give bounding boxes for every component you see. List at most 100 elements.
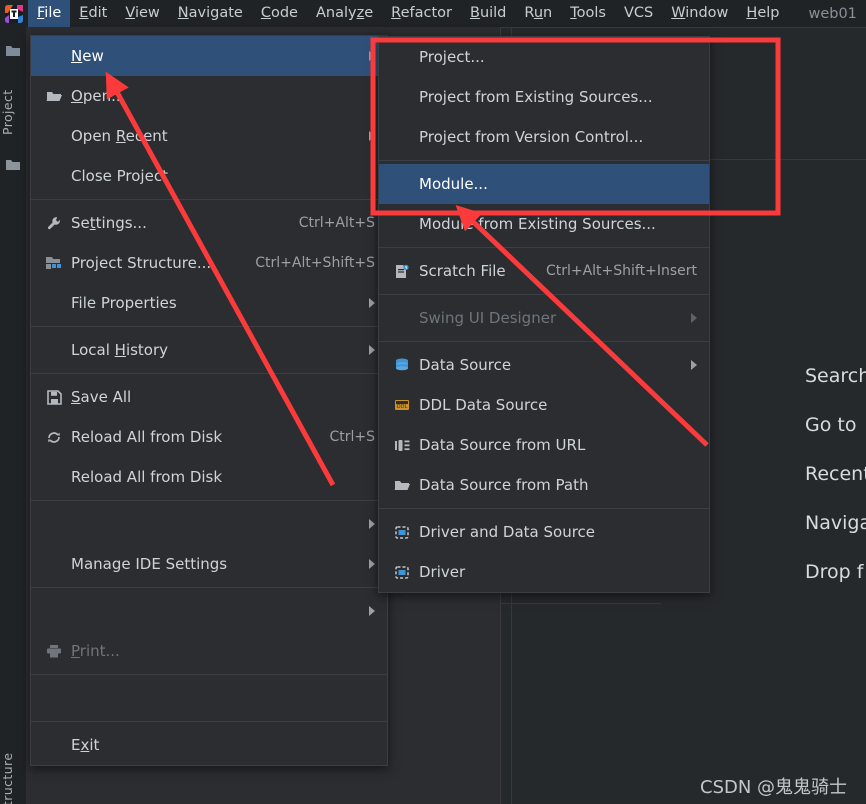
- idea-window: Search Go to Recent Naviga Drop f CSDN @…: [0, 0, 866, 804]
- menu-item-label: Close Project: [71, 167, 168, 185]
- menu-separator: [379, 341, 709, 342]
- project-structure-icon: [43, 254, 65, 272]
- menubar-item-tools[interactable]: Tools: [561, 0, 615, 27]
- submenu-item-project-from-version-control[interactable]: Project from Version Control...: [379, 117, 709, 157]
- menu-item-label: New: [71, 47, 104, 65]
- project-tab-label: Project: [0, 89, 15, 135]
- folder-icon: [5, 43, 21, 57]
- menu-item-label: Module...: [419, 175, 488, 193]
- submenu-item-driver-and-data-source[interactable]: Driver and Data Source: [379, 512, 709, 552]
- menu-item-label: Scratch File: [419, 262, 506, 280]
- tip-line: Drop f: [805, 561, 864, 583]
- menu-item-export[interactable]: [31, 591, 387, 631]
- menu-item-reload-all-from-disk[interactable]: Reload All from Disk Ctrl+S: [31, 417, 387, 457]
- menu-item-save-all[interactable]: Save All: [31, 377, 387, 417]
- chevron-right-icon: [369, 519, 375, 529]
- menubar-item-window[interactable]: Window: [662, 0, 737, 27]
- menu-item-label: Reload All from Disk: [71, 428, 223, 446]
- menu-item-label: Open Recent: [71, 127, 168, 145]
- menu-item-label: Project...: [419, 48, 485, 66]
- submenu-item-data-source-from-url[interactable]: Data Source from URL: [379, 425, 709, 465]
- menu-item-invalidate-caches[interactable]: Reload All from Disk: [31, 457, 387, 497]
- menu-separator: [31, 674, 387, 675]
- main-menu-bar: File Edit View Navigate Code Analyze Ref…: [0, 0, 866, 27]
- submenu-item-scratch-file[interactable]: Scratch File Ctrl+Alt+Shift+Insert: [379, 251, 709, 291]
- new-submenu-popup: Project... Project from Existing Sources…: [378, 36, 710, 593]
- svg-text:DDL: DDL: [397, 404, 408, 410]
- menu-item-print: Print...: [31, 631, 387, 671]
- submenu-item-module-from-existing-sources[interactable]: Module from Existing Sources...: [379, 204, 709, 244]
- menu-separator: [379, 160, 709, 161]
- tip-line: Go to: [805, 414, 857, 436]
- submenu-item-project[interactable]: Project...: [379, 37, 709, 77]
- menu-separator: [379, 247, 709, 248]
- sidebar-item-project[interactable]: Project: [0, 72, 26, 152]
- menubar-item-view[interactable]: View: [116, 0, 168, 27]
- chevron-right-icon: [369, 131, 375, 141]
- menu-item-label: Reload All from Disk: [71, 468, 223, 486]
- menu-item-power-save-mode[interactable]: [31, 678, 387, 718]
- menu-item-settings[interactable]: Settings... Ctrl+Alt+S: [31, 203, 387, 243]
- submenu-item-driver[interactable]: Driver: [379, 552, 709, 592]
- menu-item-manage-ide-settings[interactable]: [31, 504, 387, 544]
- menu-separator: [31, 721, 387, 722]
- menubar-item-refactor[interactable]: Refactor: [382, 0, 461, 27]
- submenu-item-module[interactable]: Module...: [379, 164, 709, 204]
- submenu-item-project-from-existing-sources[interactable]: Project from Existing Sources...: [379, 77, 709, 117]
- menubar-item-navigate[interactable]: Navigate: [169, 0, 252, 27]
- menu-item-label: Open...: [71, 87, 126, 105]
- chevron-right-icon: [369, 559, 375, 569]
- wrench-icon: [43, 214, 65, 232]
- menu-item-new-projects-settings[interactable]: Manage IDE Settings: [31, 544, 387, 584]
- menu-item-project-structure[interactable]: Project Structure... Ctrl+Alt+Shift+S: [31, 243, 387, 283]
- submenu-item-swing-ui-designer: Swing UI Designer: [379, 298, 709, 338]
- menu-separator: [31, 373, 387, 374]
- menu-item-label: Module from Existing Sources...: [419, 215, 656, 233]
- menu-item-label: Data Source from URL: [419, 436, 586, 454]
- chevron-right-icon: [369, 51, 375, 61]
- submenu-item-ddl-data-source[interactable]: DDL DDL Data Source: [379, 385, 709, 425]
- menu-item-local-history[interactable]: Local History: [31, 330, 387, 370]
- intellij-idea-logo-icon: [0, 0, 28, 27]
- menu-item-open[interactable]: Open...: [31, 76, 387, 116]
- chevron-right-icon: [369, 345, 375, 355]
- menubar-item-code[interactable]: Code: [252, 0, 307, 27]
- menubar-item-build[interactable]: Build: [461, 0, 515, 27]
- chevron-right-icon: [691, 313, 697, 323]
- file-menu-popup: New Open... Open Recent Close Project Se…: [30, 35, 388, 766]
- sidebar-item-structure[interactable]: tructure: [0, 727, 26, 804]
- menu-item-label: DDL Data Source: [419, 396, 548, 414]
- url-source-icon: [391, 436, 413, 454]
- left-tool-window-strip: Project tructure: [0, 27, 26, 804]
- tip-line: Search: [805, 365, 866, 387]
- menu-item-label: Driver and Data Source: [419, 523, 596, 541]
- menu-item-file-properties[interactable]: File Properties: [31, 283, 387, 323]
- save-icon: [43, 388, 65, 406]
- menubar-item-run[interactable]: Run: [515, 0, 561, 27]
- scratch-file-icon: [391, 262, 413, 280]
- database-icon: [391, 356, 413, 374]
- menu-item-exit[interactable]: Exit: [31, 725, 387, 765]
- menu-item-open-recent[interactable]: Open Recent: [31, 116, 387, 156]
- menu-item-accelerator: Ctrl+Alt+Shift+S: [255, 255, 375, 271]
- menubar-item-edit[interactable]: Edit: [70, 0, 116, 27]
- menubar-item-vcs[interactable]: VCS: [615, 0, 662, 27]
- menu-separator: [31, 587, 387, 588]
- menu-item-label: Data Source: [419, 356, 512, 374]
- menu-separator: [31, 326, 387, 327]
- menu-item-accelerator: Ctrl+S: [329, 429, 375, 445]
- menu-item-label: Project from Existing Sources...: [419, 88, 653, 106]
- menu-separator: [379, 294, 709, 295]
- tip-line: Naviga: [805, 512, 866, 534]
- menu-item-label: Data Source from Path: [419, 476, 589, 494]
- menu-item-label: Local History: [71, 341, 169, 359]
- submenu-item-data-source-from-path[interactable]: Data Source from Path: [379, 465, 709, 505]
- menubar-item-help[interactable]: Help: [737, 0, 788, 27]
- menubar-item-file[interactable]: File: [28, 0, 71, 27]
- menu-item-new[interactable]: New: [31, 36, 387, 76]
- menubar-item-analyze[interactable]: Analyze: [307, 0, 382, 27]
- menu-item-close-project[interactable]: Close Project: [31, 156, 387, 196]
- tip-line: Recent: [805, 463, 866, 485]
- reload-icon: [43, 428, 65, 446]
- submenu-item-data-source[interactable]: Data Source: [379, 345, 709, 385]
